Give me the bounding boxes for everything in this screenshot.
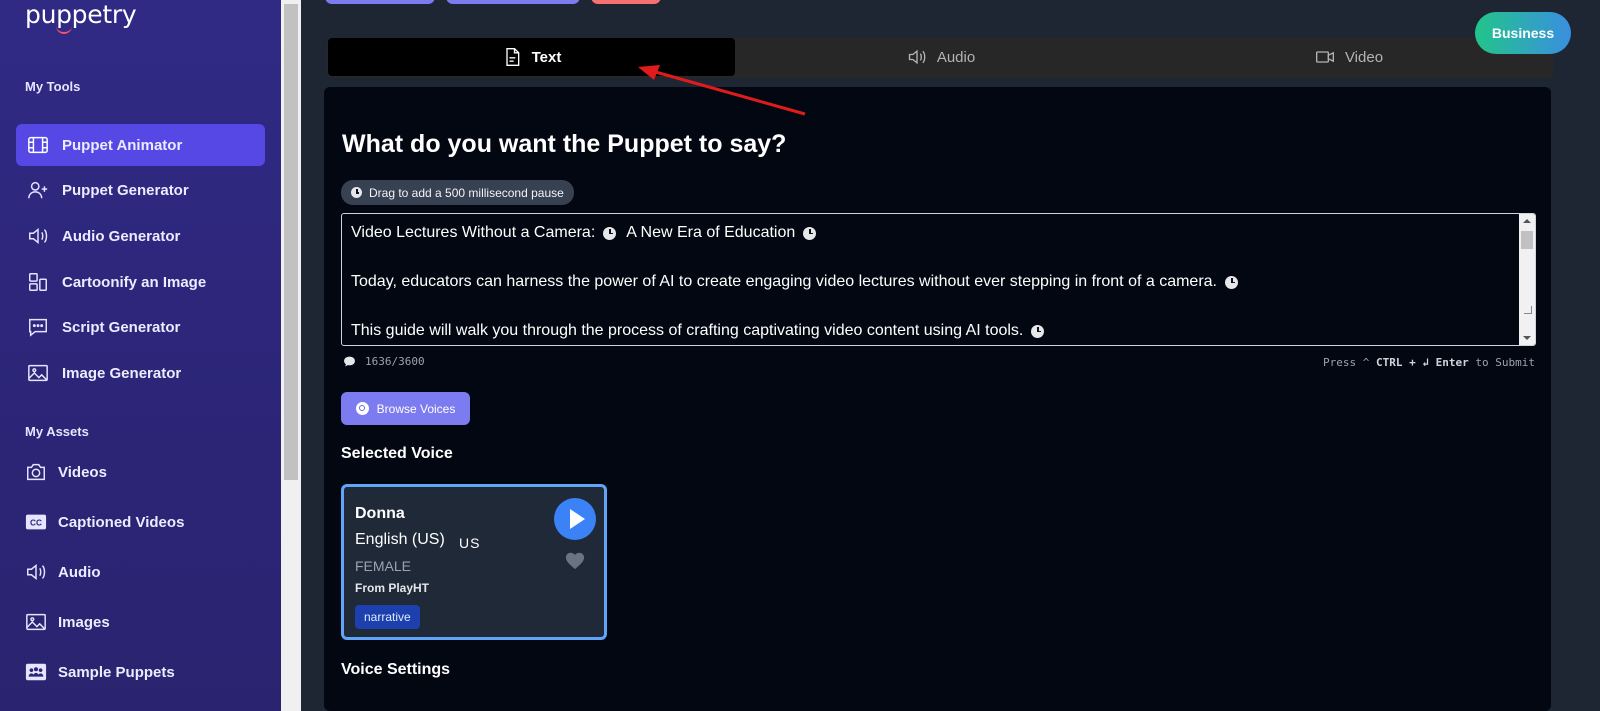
- puppetry-logo[interactable]: puppetry: [25, 0, 137, 29]
- video-camera-icon: [1315, 51, 1334, 63]
- speaker-icon: [24, 560, 48, 584]
- script-text: A New Era of Education: [626, 224, 796, 241]
- sidebar-item-images[interactable]: Images: [24, 604, 274, 640]
- sidebar-item-label: Images: [58, 613, 110, 631]
- sidebar-item-label: Puppet Generator: [62, 181, 189, 199]
- camera-icon: [24, 460, 48, 484]
- document-icon: [505, 48, 519, 66]
- pause-marker-icon[interactable]: [1225, 275, 1238, 289]
- sidebar-item-label: Cartoonify an Image: [62, 273, 207, 291]
- browse-voices-label: Browse Voices: [376, 401, 456, 416]
- sidebar-item-audio[interactable]: Audio: [24, 554, 274, 590]
- svg-text:CC: CC: [30, 519, 42, 528]
- textarea-scrollbar[interactable]: [1519, 214, 1535, 345]
- pause-marker-icon[interactable]: [603, 226, 617, 240]
- chat-icon: [26, 315, 50, 339]
- char-count-value: 1636/3600: [365, 355, 425, 368]
- sidebar-item-label: Script Generator: [62, 318, 181, 336]
- my-tools-heading: My Tools: [25, 79, 81, 94]
- image-icon: [26, 361, 50, 385]
- logo-smile-mark: [56, 26, 72, 34]
- heart-icon[interactable]: [564, 550, 586, 570]
- sidebar-item-label: Audio: [58, 563, 101, 581]
- sidebar: puppetry My Tools Puppet Animator Puppet…: [0, 0, 281, 711]
- pause-drag-chip[interactable]: Drag to add a 500 millisecond pause: [341, 180, 574, 205]
- top-action-button-1[interactable]: [325, 0, 435, 4]
- sidebar-item-audio-generator[interactable]: Audio Generator: [16, 215, 265, 257]
- tab-label: Text: [531, 48, 562, 66]
- sidebar-item-captioned-videos[interactable]: CC Captioned Videos: [24, 504, 274, 540]
- sidebar-item-image-generator[interactable]: Image Generator: [16, 352, 265, 394]
- pause-chip-label: Drag to add a 500 millisecond pause: [369, 185, 564, 200]
- voice-source: From PlayHT: [355, 581, 430, 595]
- sidebar-item-label: Audio Generator: [62, 227, 181, 245]
- sidebar-item-label: Image Generator: [62, 364, 182, 382]
- script-line: Video Lectures Without a Camera: A New E…: [351, 224, 817, 242]
- top-action-button-3[interactable]: [591, 0, 661, 4]
- my-assets-heading: My Assets: [25, 424, 89, 439]
- input-mode-tabs: Text Audio Video: [327, 38, 1553, 78]
- speaker-icon: [908, 49, 926, 65]
- selected-voice-heading: Selected Voice: [341, 445, 453, 462]
- sidebar-item-label: Sample Puppets: [58, 663, 175, 681]
- browse-voices-button[interactable]: Browse Voices: [341, 392, 470, 425]
- sidebar-item-sample-puppets[interactable]: Sample Puppets: [24, 654, 274, 690]
- sidebar-item-puppet-generator[interactable]: Puppet Generator: [16, 169, 265, 211]
- pause-marker-icon[interactable]: [1031, 324, 1045, 338]
- tab-label: Audio: [936, 48, 976, 66]
- top-action-button-2[interactable]: [446, 0, 580, 4]
- scroll-up-arrow[interactable]: [1523, 219, 1531, 223]
- image-icon: [24, 610, 48, 634]
- tab-text[interactable]: Text: [328, 38, 735, 76]
- script-text: Video Lectures Without a Camera:: [351, 224, 596, 241]
- cc-icon: CC: [24, 510, 48, 534]
- script-line: This guide will walk you through the pro…: [351, 322, 1045, 340]
- submit-hint: Press ^ CTRL + ↲ Enter to Submit: [1323, 356, 1535, 369]
- script-textarea[interactable]: Video Lectures Without a Camera: A New E…: [341, 213, 1536, 346]
- resize-handle[interactable]: [1524, 306, 1532, 314]
- voice-country-code: US: [459, 535, 481, 551]
- sidebar-item-videos[interactable]: Videos: [24, 454, 274, 490]
- voice-gender: FEMALE: [355, 558, 412, 574]
- speaker-icon: [26, 224, 50, 248]
- tab-audio[interactable]: Audio: [737, 38, 1145, 76]
- script-line: Today, educators can harness the power o…: [351, 273, 1238, 291]
- selected-voice-card[interactable]: Donna English (US) US FEMALE From PlayHT…: [341, 484, 607, 640]
- script-text: Today, educators can harness the power o…: [351, 273, 1217, 290]
- search-icon: [355, 402, 369, 415]
- layout-icon: [26, 270, 50, 294]
- sidebar-item-cartoonify[interactable]: Cartoonify an Image: [16, 261, 265, 303]
- clock-icon: [351, 187, 362, 198]
- textarea-scroll-thumb[interactable]: [1521, 231, 1533, 249]
- business-button[interactable]: Business: [1475, 12, 1571, 54]
- page-title: What do you want the Puppet to say?: [342, 130, 787, 158]
- film-icon: [26, 133, 50, 157]
- voice-language: English (US): [355, 531, 445, 548]
- group-icon: [24, 660, 48, 684]
- sidebar-item-label: Puppet Animator: [62, 136, 183, 154]
- play-voice-button[interactable]: [554, 498, 596, 540]
- tab-label: Video: [1344, 48, 1384, 66]
- sidebar-item-label: Videos: [58, 463, 107, 481]
- speech-bubble-icon: [344, 356, 355, 367]
- voice-name: Donna: [355, 505, 405, 522]
- scroll-down-arrow[interactable]: [1523, 336, 1531, 340]
- sidebar-item-script-generator[interactable]: Script Generator: [16, 306, 265, 348]
- voice-tag-badge[interactable]: narrative: [355, 605, 420, 629]
- sidebar-item-label: Captioned Videos: [58, 513, 185, 531]
- pause-marker-icon[interactable]: [803, 226, 817, 240]
- voice-settings-heading: Voice Settings: [341, 661, 451, 678]
- page-scrollbar-thumb[interactable]: [284, 4, 298, 480]
- sidebar-item-puppet-animator[interactable]: Puppet Animator: [16, 124, 265, 166]
- user-plus-icon: [26, 178, 50, 202]
- character-count: 1636/3600: [343, 355, 425, 368]
- script-text: This guide will walk you through the pro…: [351, 322, 1024, 339]
